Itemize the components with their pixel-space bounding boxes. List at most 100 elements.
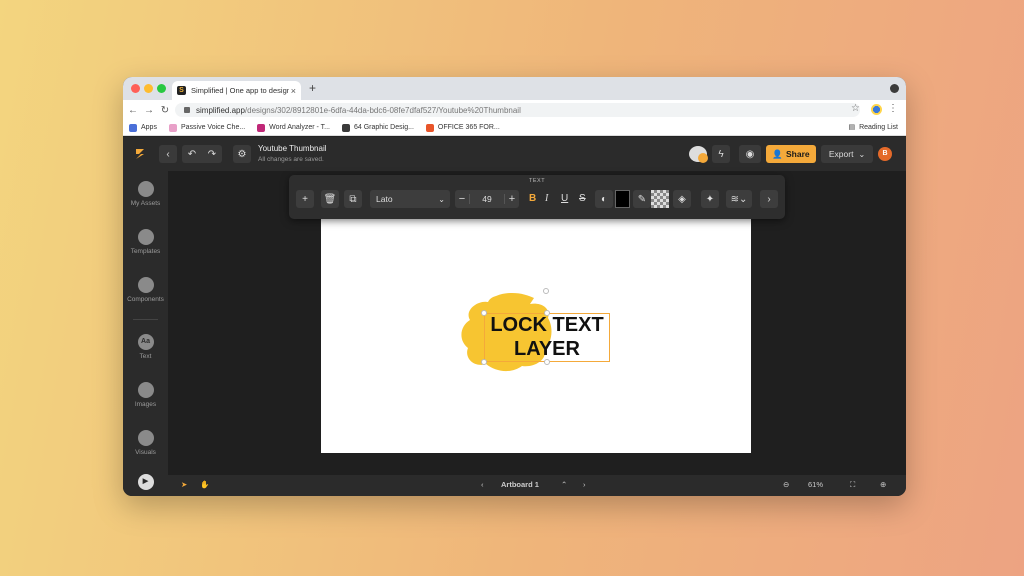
url-bar[interactable]: simplified.app/designs/302/8912801e-6dfa… (175, 103, 860, 117)
text-color-button[interactable]: ◐ (595, 190, 613, 208)
font-size-value[interactable]: 49 (469, 194, 505, 204)
resize-handle[interactable] (544, 310, 550, 316)
more-options-button[interactable]: › (760, 190, 778, 208)
chevron-up-icon[interactable]: ⌃ (561, 480, 567, 489)
play-icon: ▶ (137, 474, 154, 490)
delete-button[interactable]: 🗑 (321, 190, 339, 208)
italic-button[interactable]: I (545, 193, 548, 204)
hand-tool-icon[interactable]: ✋ (200, 480, 209, 489)
bookmark-favicon-icon (257, 123, 266, 132)
prev-artboard-icon[interactable]: ‹ (481, 480, 484, 489)
decrease-size-icon[interactable]: − (455, 193, 469, 205)
chevron-down-icon: ⌄ (858, 149, 866, 159)
bookmarks-bar: Apps Passive Voice Che... Word Analyzer … (123, 120, 906, 136)
extension-icon[interactable] (871, 104, 882, 115)
sidebar-item-text[interactable]: Aa Text (123, 334, 168, 360)
pointer-tool-icon[interactable]: ➤ (181, 480, 187, 489)
resize-handle[interactable] (481, 359, 487, 365)
back-to-dashboard-button[interactable]: ‹ (159, 145, 177, 163)
comments-icon[interactable] (689, 146, 708, 163)
back-icon[interactable]: ← (125, 105, 141, 116)
layers-icon: ≋⌄ (730, 193, 748, 205)
reading-list[interactable]: ▤ Reading List (848, 123, 898, 132)
maximize-window-icon[interactable] (157, 84, 166, 93)
bookmark-office-365[interactable]: OFFICE 365 FOR... (425, 123, 500, 132)
duplicate-button[interactable]: ⧉ (344, 190, 362, 208)
new-tab-button[interactable]: + (309, 81, 316, 95)
resize-handle[interactable] (481, 310, 487, 316)
avatar[interactable]: B (878, 147, 892, 161)
settings-button[interactable]: ⚙ (233, 145, 251, 163)
underline-button[interactable]: U (561, 193, 568, 204)
tab-close-icon[interactable]: × (291, 86, 296, 96)
sidebar-item-images[interactable]: Images (123, 382, 168, 408)
minimize-window-icon[interactable] (144, 84, 153, 93)
trash-icon: 🗑 (323, 193, 337, 205)
highlight-button[interactable]: ✎ (633, 190, 651, 208)
strikethrough-button[interactable]: S (579, 193, 586, 204)
redo-icon[interactable]: ↷ (208, 149, 216, 160)
bookmark-passive-voice[interactable]: Passive Voice Che... (168, 123, 246, 132)
close-window-icon[interactable] (131, 84, 140, 93)
zoom-level[interactable]: 61% (808, 480, 823, 489)
selection-box[interactable] (484, 313, 610, 362)
resize-handle[interactable] (544, 359, 550, 365)
magic-button[interactable]: ϟ (712, 145, 730, 163)
text-toolbar: TEXT + 🗑 ⧉ Lato ⌄ − 49 + B I U S ◐ ✎ ◈ ✦… (289, 175, 785, 219)
sidebar-item-templates[interactable]: Templates (123, 229, 168, 255)
reload-icon[interactable]: ↻ (157, 105, 173, 116)
fill-button[interactable]: ◈ (673, 190, 691, 208)
toolbar-section-label: TEXT (529, 178, 546, 184)
add-button[interactable]: + (296, 190, 314, 208)
bottom-bar: ➤ ✋ ‹ Artboard 1 ⌃ › ⊖ 61% ⛶ ⊕ (168, 475, 906, 496)
zoom-in-icon[interactable]: ⊕ (880, 480, 886, 489)
forward-icon[interactable]: → (141, 105, 157, 116)
simplified-favicon-icon: S (177, 86, 186, 95)
lightning-icon: ϟ (718, 148, 724, 160)
bookmark-apps[interactable]: Apps (129, 123, 157, 132)
document-title[interactable]: Youtube Thumbnail (258, 144, 327, 153)
browser-profile-icon[interactable] (890, 84, 899, 93)
sidebar-item-label: Components (127, 296, 164, 303)
browser-tab[interactable]: S Simplified | One app to design, × (172, 81, 301, 100)
transparent-swatch[interactable] (651, 190, 669, 208)
palette-icon: ◐ (600, 193, 608, 205)
sidebar-item-label: Images (134, 401, 157, 408)
export-button[interactable]: Export ⌄ (821, 145, 873, 163)
bookmark-favicon-icon (342, 123, 350, 132)
sidebar-item-components[interactable]: Components (123, 277, 168, 303)
layers-button[interactable]: ≋⌄ (726, 190, 752, 208)
artboard-name[interactable]: Artboard 1 (501, 480, 539, 489)
bold-button[interactable]: B (529, 193, 536, 204)
copy-icon: ⧉ (349, 193, 357, 205)
text-color-swatch[interactable] (615, 190, 630, 208)
next-artboard-icon[interactable]: › (583, 480, 586, 489)
fit-screen-icon[interactable]: ⛶ (850, 480, 855, 490)
simplified-logo-icon[interactable] (132, 146, 148, 162)
bookmark-favicon-icon (168, 123, 177, 132)
url-host: simplified.app (196, 105, 245, 115)
sidebar-item-my-assets[interactable]: My Assets (123, 181, 168, 207)
effects-button[interactable]: ✦ (701, 190, 719, 208)
preview-button[interactable]: ◉ (739, 145, 761, 163)
bookmark-label: Passive Voice Che... (180, 124, 246, 131)
share-button[interactable]: 👤 Share (766, 145, 816, 163)
tab-strip: S Simplified | One app to design, × + (123, 77, 906, 100)
undo-icon[interactable]: ↶ (188, 149, 196, 160)
magic-wand-icon: ✦ (705, 193, 715, 205)
font-family-select[interactable]: Lato ⌄ (370, 190, 450, 208)
artboard[interactable]: LOCK TEXT LAYER (321, 213, 751, 453)
increase-size-icon[interactable]: + (505, 193, 519, 205)
font-size-stepper[interactable]: − 49 + (455, 190, 519, 208)
sidebar-item-visuals[interactable]: Visuals (123, 430, 168, 456)
eye-icon: ◉ (745, 148, 755, 160)
zoom-out-icon[interactable]: ⊖ (783, 480, 789, 489)
bookmark-label: 64 Graphic Desig... (354, 124, 414, 131)
bookmark-star-icon[interactable]: ☆ (851, 103, 860, 114)
save-status: All changes are saved. (258, 156, 324, 163)
bookmark-graphic-design[interactable]: 64 Graphic Desig... (342, 123, 414, 132)
browser-menu-icon[interactable]: ⋮ (888, 103, 898, 114)
rotate-handle[interactable] (543, 288, 549, 294)
sidebar-item-video[interactable]: ▶ (123, 474, 168, 490)
bookmark-word-analyzer[interactable]: Word Analyzer - T... (257, 123, 330, 132)
